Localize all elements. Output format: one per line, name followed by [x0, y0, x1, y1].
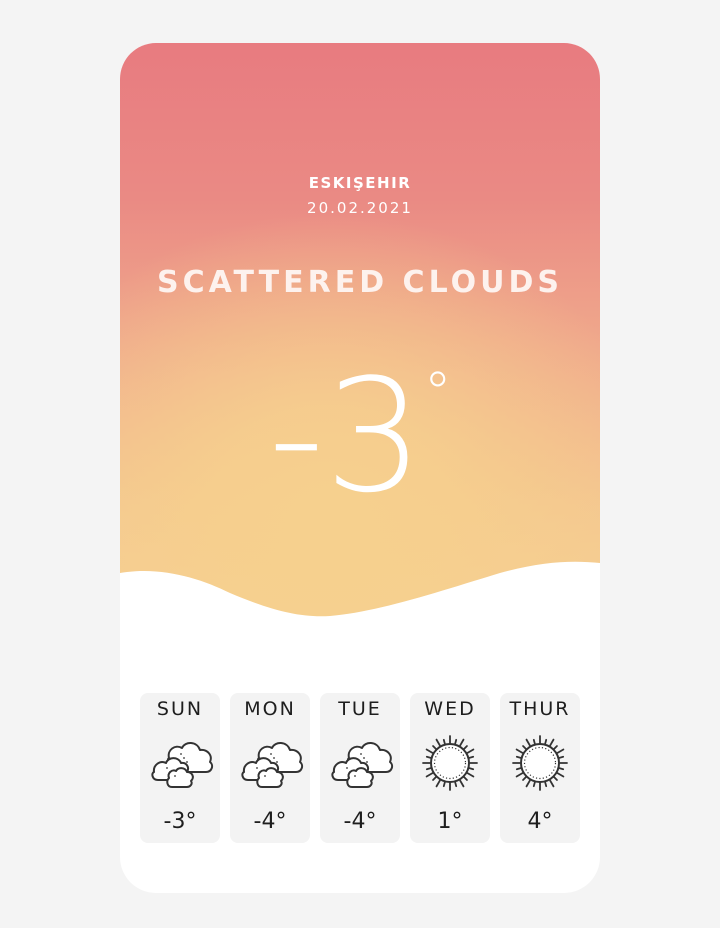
current-date: 20.02.2021 — [307, 199, 413, 217]
temperature-value: -3 — [268, 345, 424, 527]
clouds-icon — [331, 742, 394, 788]
sun-icon — [422, 735, 478, 791]
clouds-icon — [241, 742, 304, 788]
forecast-temp: -4° — [253, 809, 287, 834]
forecast-temp: 4° — [527, 809, 553, 834]
degree-symbol: ° — [423, 361, 452, 426]
current-temperature: -3° — [120, 358, 600, 514]
forecast-day-label: WED — [424, 698, 476, 720]
forecast-day-label: TUE — [338, 698, 382, 720]
forecast-day-wed: WED 1° — [410, 693, 490, 843]
wave-divider — [120, 561, 600, 668]
forecast-temp: -4° — [343, 809, 377, 834]
forecast-day-label: MON — [244, 698, 296, 720]
forecast-day-mon: MON -4° — [230, 693, 310, 843]
forecast-day-thur: THUR 4° — [500, 693, 580, 843]
forecast-day-label: THUR — [509, 698, 571, 720]
forecast-temp: 1° — [437, 809, 463, 834]
weather-condition: SCATTERED CLOUDS — [157, 265, 563, 300]
weather-card: ESKIŞEHIR 20.02.2021 SCATTERED CLOUDS -3… — [120, 43, 600, 893]
forecast-temp: -3° — [163, 809, 197, 834]
forecast-list: SUN -3° MON -4° TUE -4° WED 1° THUR 4° — [140, 693, 580, 843]
sun-icon — [512, 735, 568, 791]
forecast-day-tue: TUE -4° — [320, 693, 400, 843]
forecast-day-sun: SUN -3° — [140, 693, 220, 843]
clouds-icon — [151, 742, 214, 788]
city-name: ESKIŞEHIR — [308, 174, 412, 192]
forecast-day-label: SUN — [156, 698, 204, 720]
